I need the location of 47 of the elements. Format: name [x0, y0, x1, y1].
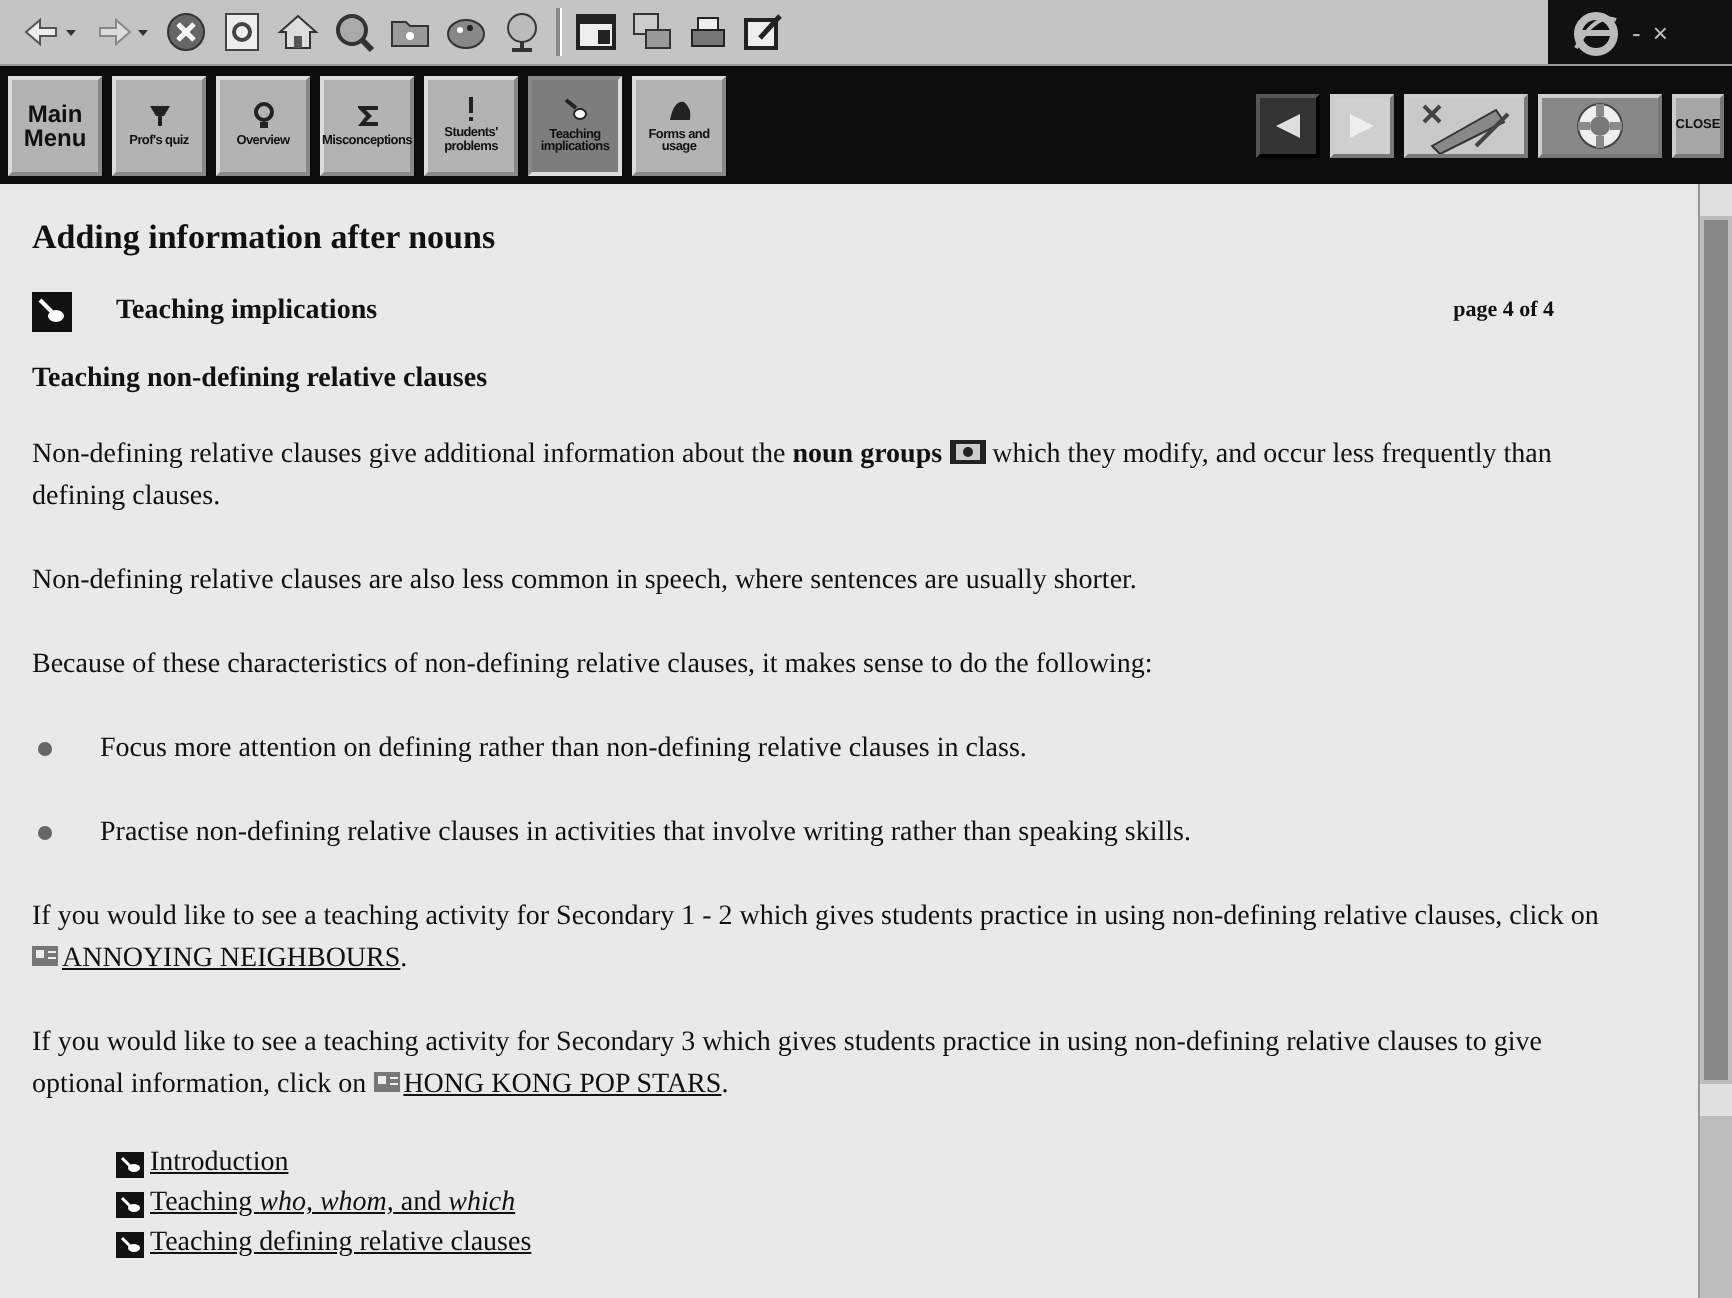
- activity-link[interactable]: HONG KONG POP STARS: [403, 1070, 722, 1100]
- right-triangle-icon: [1346, 109, 1378, 141]
- glossary-icon[interactable]: [949, 440, 986, 464]
- bulb-icon: [249, 101, 277, 130]
- bullet-icon: [38, 826, 52, 840]
- topic-link[interactable]: Introduction: [150, 1144, 289, 1184]
- document-icon: [32, 944, 58, 968]
- section-heading: Teaching non-defining relative clauses: [32, 362, 490, 398]
- stop-icon[interactable]: [164, 10, 208, 54]
- trophy-icon: [145, 101, 173, 130]
- page-number: page 4 of 4: [1453, 296, 1554, 326]
- pointer-icon: [116, 1151, 144, 1177]
- paragraph: Non-defining relative clauses give additional information about the noun groups which they modify, and occur less frequently than defining clauses.: [32, 438, 1554, 516]
- previous-page-button[interactable]: [1256, 93, 1320, 157]
- minimize-button[interactable]: -: [1632, 17, 1641, 47]
- bullet-text: Practise non-defining relative clauses in activities that involve writing rather than speaking skills.: [100, 816, 1191, 852]
- document-icon: [373, 1070, 400, 1094]
- exclamation-icon: [468, 96, 474, 122]
- paragraph: If you would like to see a teaching activity for Secondary 3 which gives students practice in using non-defining relative clauses to give optional information, click on HONG KONG POP STARS.: [32, 1026, 1545, 1104]
- pointer-icon: [32, 291, 72, 331]
- topic-link[interactable]: Teaching defining relative clauses: [150, 1224, 532, 1264]
- section-title: Teaching implications: [116, 294, 380, 330]
- nav-button[interactable]: Main Menu: [8, 75, 102, 175]
- sigma-icon: [353, 101, 381, 130]
- bullet-text: Focus more attention on defining rather than non-defining relative clauses in class.: [100, 732, 1027, 768]
- next-page-button[interactable]: [1330, 93, 1394, 157]
- mail-icon[interactable]: [630, 10, 674, 54]
- topic-link[interactable]: Teaching who, whom, and which: [150, 1184, 516, 1224]
- help-button[interactable]: [1538, 93, 1662, 157]
- paragraph: Because of these characteristics of non-defining relative clauses, it makes sense to do the following:: [32, 648, 1155, 684]
- pointer-icon: [116, 1231, 144, 1257]
- refresh-icon[interactable]: [220, 10, 264, 54]
- home-icon[interactable]: [276, 10, 320, 54]
- browser-logo-icon: [1572, 8, 1620, 56]
- paragraph: Non-defining relative clauses are also less common in speech, where sentences are usually shorter.: [32, 564, 1139, 600]
- close-window-button[interactable]: ×: [1652, 17, 1668, 47]
- window-icon[interactable]: [574, 10, 618, 54]
- pointer-icon: [561, 95, 589, 123]
- paragraph: If you would like to see a teaching activity for Secondary 1 - 2 which gives students practice in using non-defining relative clauses, click on ANNOYING NEIGHBOURS.: [32, 900, 1601, 978]
- activity-link[interactable]: ANNOYING NEIGHBOURS: [62, 944, 401, 974]
- pointer-icon: [116, 1191, 144, 1217]
- scrollbar[interactable]: [1698, 184, 1732, 1298]
- tools-button[interactable]: [1404, 93, 1528, 157]
- bullet-icon: [38, 742, 52, 756]
- left-triangle-icon: [1272, 109, 1304, 141]
- page-title: Adding information after nouns: [32, 216, 498, 258]
- search-icon[interactable]: [332, 10, 376, 54]
